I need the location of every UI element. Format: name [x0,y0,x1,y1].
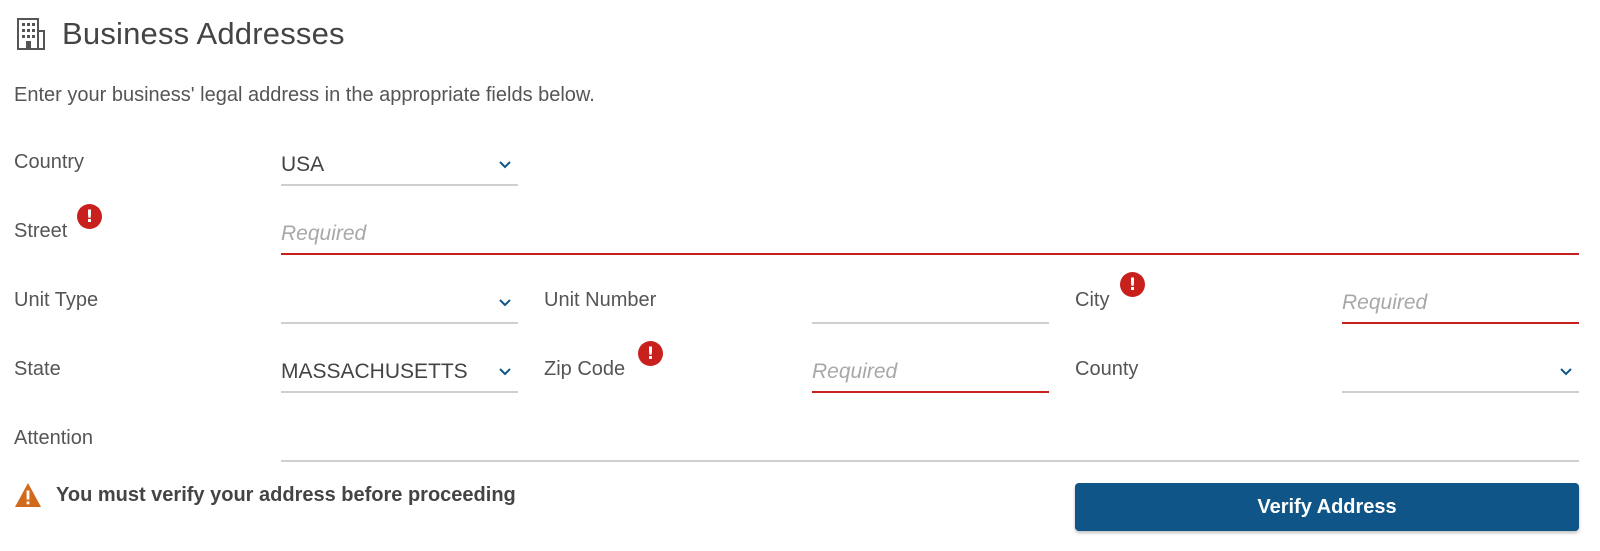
county-select[interactable] [1342,353,1579,393]
country-select[interactable]: USA [281,146,518,186]
unit-number-label: Unit Number [544,289,657,311]
state-label: State [14,358,61,380]
business-addresses-page: Business Addresses Enter your business' … [0,0,1600,551]
attention-input[interactable] [281,429,1579,453]
verify-warning: You must verify your address before proc… [14,482,516,508]
chevron-down-icon [1560,368,1572,376]
city-input[interactable] [1342,291,1579,315]
unit-number-field[interactable] [812,284,1049,324]
zip-code-label: Zip Code [544,358,626,380]
warning-text: You must verify your address before proc… [56,483,516,506]
warning-icon [15,483,41,507]
street-label: Street [14,220,68,242]
header: Business Addresses [16,14,345,54]
unit-type-select[interactable] [281,284,518,324]
county-label: County [1075,358,1139,380]
street-input[interactable] [281,222,1579,246]
zip-code-field[interactable] [812,353,1049,393]
page-title: Business Addresses [62,16,345,51]
country-value: USA [281,153,325,176]
attention-field[interactable] [281,422,1579,462]
error-icon: ! [77,204,102,229]
state-value: MASSACHUSETTS [281,360,468,383]
country-label: Country [14,151,85,173]
unit-number-input[interactable] [812,291,1049,315]
chevron-down-icon [499,368,511,376]
building-icon [17,18,45,50]
verify-address-button[interactable]: Verify Address [1075,483,1579,531]
street-field[interactable] [281,215,1579,255]
city-field[interactable] [1342,284,1579,324]
city-label: City [1075,289,1110,311]
error-icon: ! [638,341,663,366]
chevron-down-icon [499,161,511,169]
intro-text: Enter your business' legal address in th… [14,84,595,106]
state-select[interactable]: MASSACHUSETTS [281,353,518,393]
chevron-down-icon [499,299,511,307]
error-icon: ! [1120,272,1145,297]
unit-type-label: Unit Type [14,289,99,311]
attention-label: Attention [14,427,93,449]
zip-code-input[interactable] [812,360,1049,384]
